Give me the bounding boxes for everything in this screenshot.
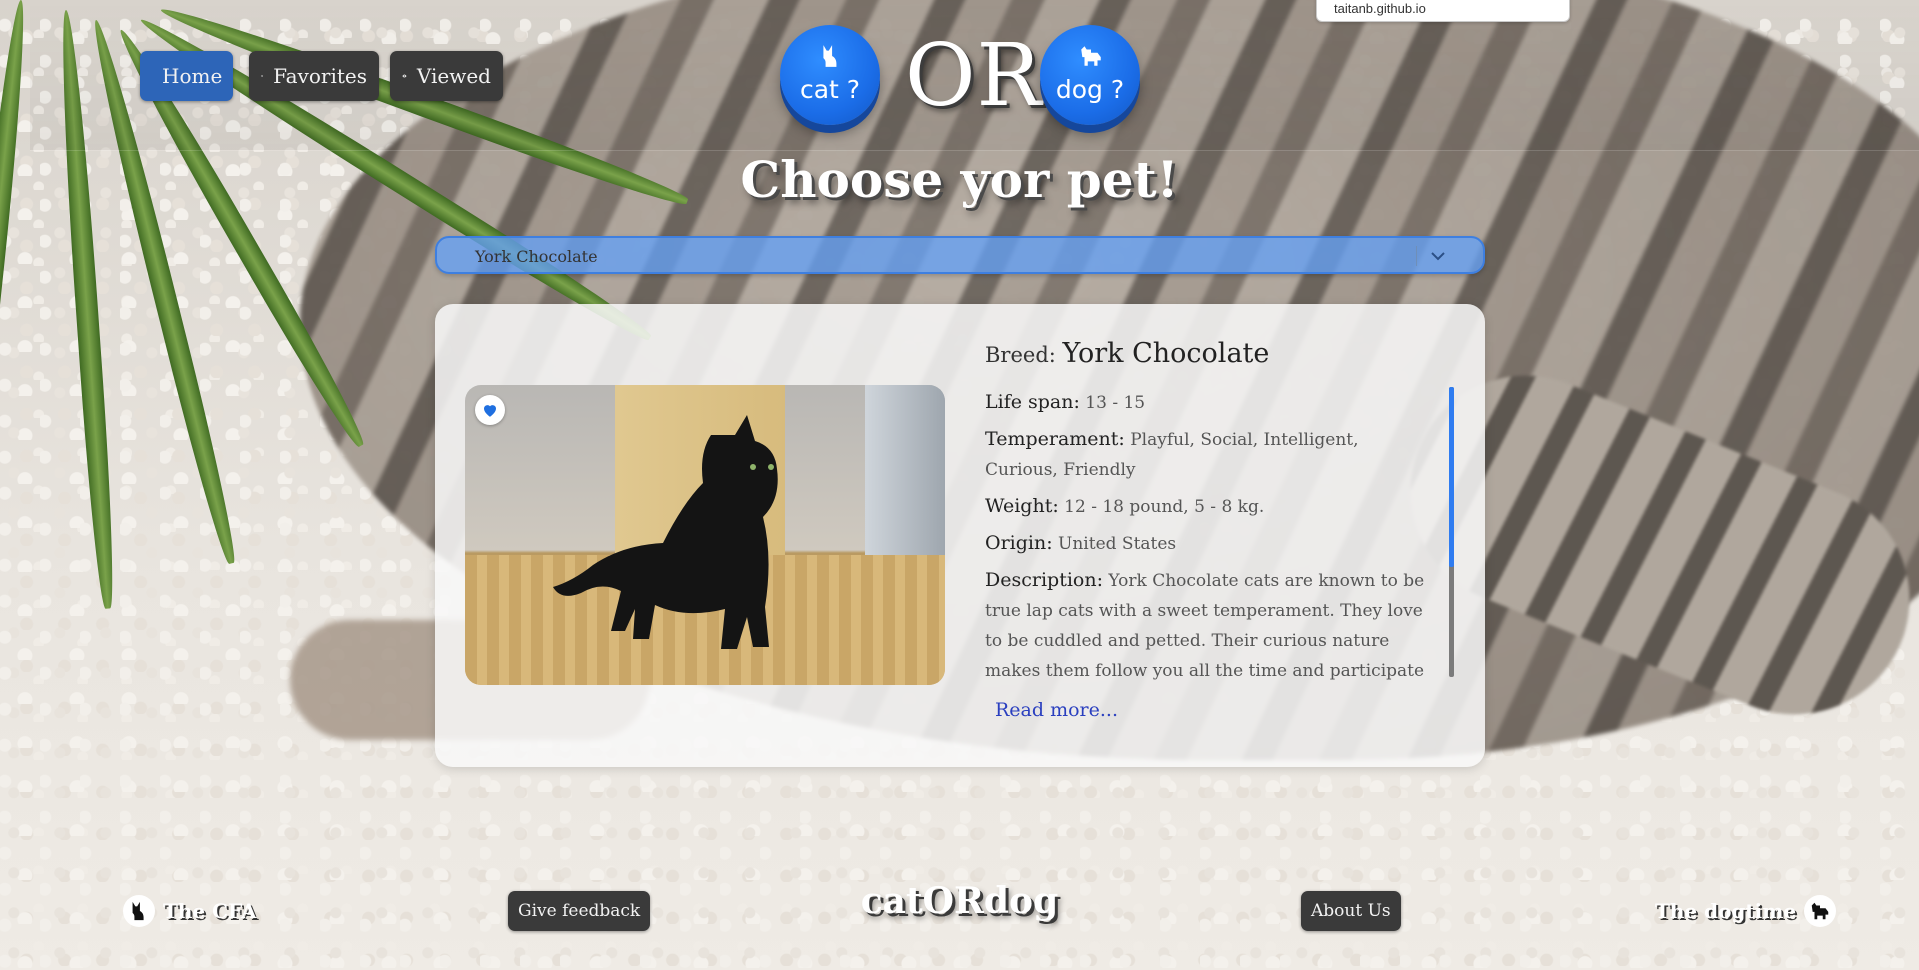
eye-icon [402, 74, 407, 78]
url-tooltip: taitanb.github.io [1316, 0, 1570, 22]
or-heading: OR [905, 26, 1043, 126]
breed-label: Breed: [985, 343, 1056, 367]
breed-select-value: York Chocolate [475, 247, 598, 266]
detail-row: Origin: United States [985, 528, 1425, 559]
scrollbar-thumb[interactable] [1449, 387, 1454, 567]
nav-favorites-button[interactable]: Favorites [249, 51, 379, 101]
nav-viewed-label: Viewed [416, 64, 491, 88]
page-title: Choose yor pet! [740, 150, 1179, 209]
breed-photo [465, 385, 945, 685]
breed-name: York Chocolate [1062, 338, 1270, 369]
detail-value: 13 - 15 [1085, 393, 1146, 413]
breed-select[interactable]: York Chocolate [435, 236, 1485, 274]
about-us-button[interactable]: About Us [1301, 891, 1401, 931]
detail-row: Temperament: Playful, Social, Intelligen… [985, 424, 1425, 485]
dog-icon [1804, 895, 1837, 927]
read-more-link[interactable]: Read more... [995, 699, 1118, 721]
detail-label: Temperament: [985, 428, 1125, 450]
nav-home-button[interactable]: Home [140, 51, 233, 101]
cat-choice-button[interactable]: cat ? [780, 25, 880, 125]
details-scrollbar[interactable] [1449, 387, 1454, 677]
favorite-button[interactable] [475, 395, 505, 425]
dogtime-link[interactable]: The dogtime [1655, 895, 1837, 927]
detail-label: Life span: [985, 391, 1080, 413]
detail-value: 12 - 18 pound, 5 - 8 kg. [1064, 497, 1265, 517]
dog-icon [1081, 46, 1101, 66]
cat-choice-label: cat ? [799, 75, 861, 104]
detail-row: Life span: 13 - 15 [985, 387, 1425, 418]
breed-heading: Breed: York Chocolate [985, 338, 1425, 381]
detail-label: Origin: [985, 532, 1053, 554]
detail-row: Weight: 12 - 18 pound, 5 - 8 kg. [985, 491, 1425, 522]
heart-icon [261, 75, 263, 77]
select-separator [1416, 246, 1417, 266]
brand-logo-text: catORdog [860, 880, 1059, 922]
black-cat-photo [553, 415, 778, 649]
nav-viewed-button[interactable]: Viewed [390, 51, 503, 101]
chevron-down-icon [1431, 252, 1445, 261]
cat-icon [823, 45, 837, 67]
dog-choice-label: dog ? [1055, 75, 1125, 104]
breed-card: Breed: York Chocolate Life span: 13 - 15… [435, 304, 1485, 767]
nav-favorites-label: Favorites [273, 64, 367, 88]
detail-row: Description: York Chocolate cats are kno… [985, 565, 1425, 687]
detail-label: Weight: [985, 495, 1059, 517]
breed-details[interactable]: Life span: 13 - 15 Temperament: Playful,… [985, 387, 1425, 687]
detail-label: Description: [985, 569, 1103, 591]
heart-icon [484, 405, 496, 417]
dogtime-label: The dogtime [1655, 899, 1797, 923]
dog-choice-button[interactable]: dog ? [1040, 25, 1140, 125]
nav-home-label: Home [162, 64, 223, 88]
detail-value: United States [1058, 534, 1177, 554]
